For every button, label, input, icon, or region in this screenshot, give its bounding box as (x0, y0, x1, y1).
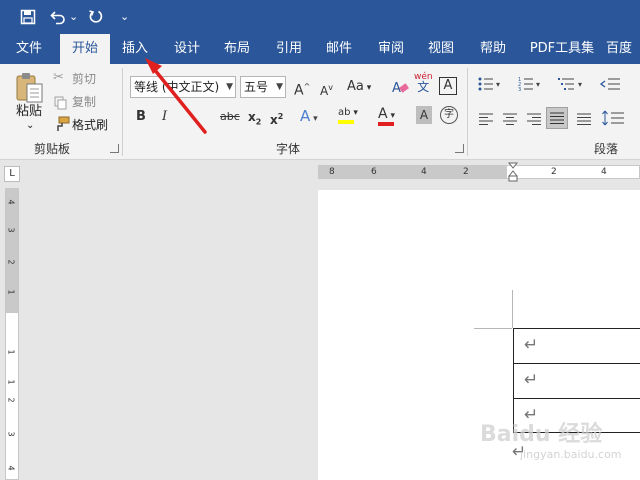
ruler-number: 3 (6, 431, 16, 437)
crop-mark (512, 290, 513, 328)
ruler-number: 4 (421, 167, 427, 177)
ruler-margin-shade (319, 166, 507, 178)
ruler-number: 4 (6, 199, 16, 205)
ruler-number: 6 (371, 167, 377, 177)
indent-marker-icon[interactable] (507, 162, 519, 182)
ruler-number: 3 (6, 227, 16, 233)
ruler-number: 4 (6, 465, 16, 471)
ruler-number: 2 (6, 397, 16, 403)
word-window: ⌄ ⌄ 文件 开始 插入 设计 布局 引用 邮件 审阅 视图 帮助 PDF工具集… (0, 0, 640, 480)
tab-selector[interactable]: L (4, 166, 20, 182)
paragraph-mark: ↵ (524, 335, 539, 355)
vertical-ruler[interactable]: 4 3 2 1 1 1 2 3 4 (5, 188, 19, 480)
baidu-watermark-url: jingyan.baidu.com (520, 448, 622, 461)
horizontal-ruler[interactable]: 8 6 4 2 2 4 (318, 162, 640, 182)
ruler-number: 1 (6, 349, 16, 355)
ruler-number: 4 (601, 167, 607, 177)
table-row[interactable]: ↵ (513, 328, 640, 363)
table-row[interactable]: ↵ (513, 363, 640, 398)
paragraph-mark: ↵ (524, 370, 539, 390)
ruler-number: 2 (463, 167, 469, 177)
crop-mark (474, 328, 512, 329)
ruler-number: 1 (6, 379, 16, 385)
baidu-watermark: Baidu 经验 (480, 422, 603, 447)
ruler-number: 2 (6, 259, 16, 265)
ruler-number: 1 (6, 289, 16, 295)
ruler-number: 2 (551, 167, 557, 177)
ruler-number: 8 (329, 167, 335, 177)
